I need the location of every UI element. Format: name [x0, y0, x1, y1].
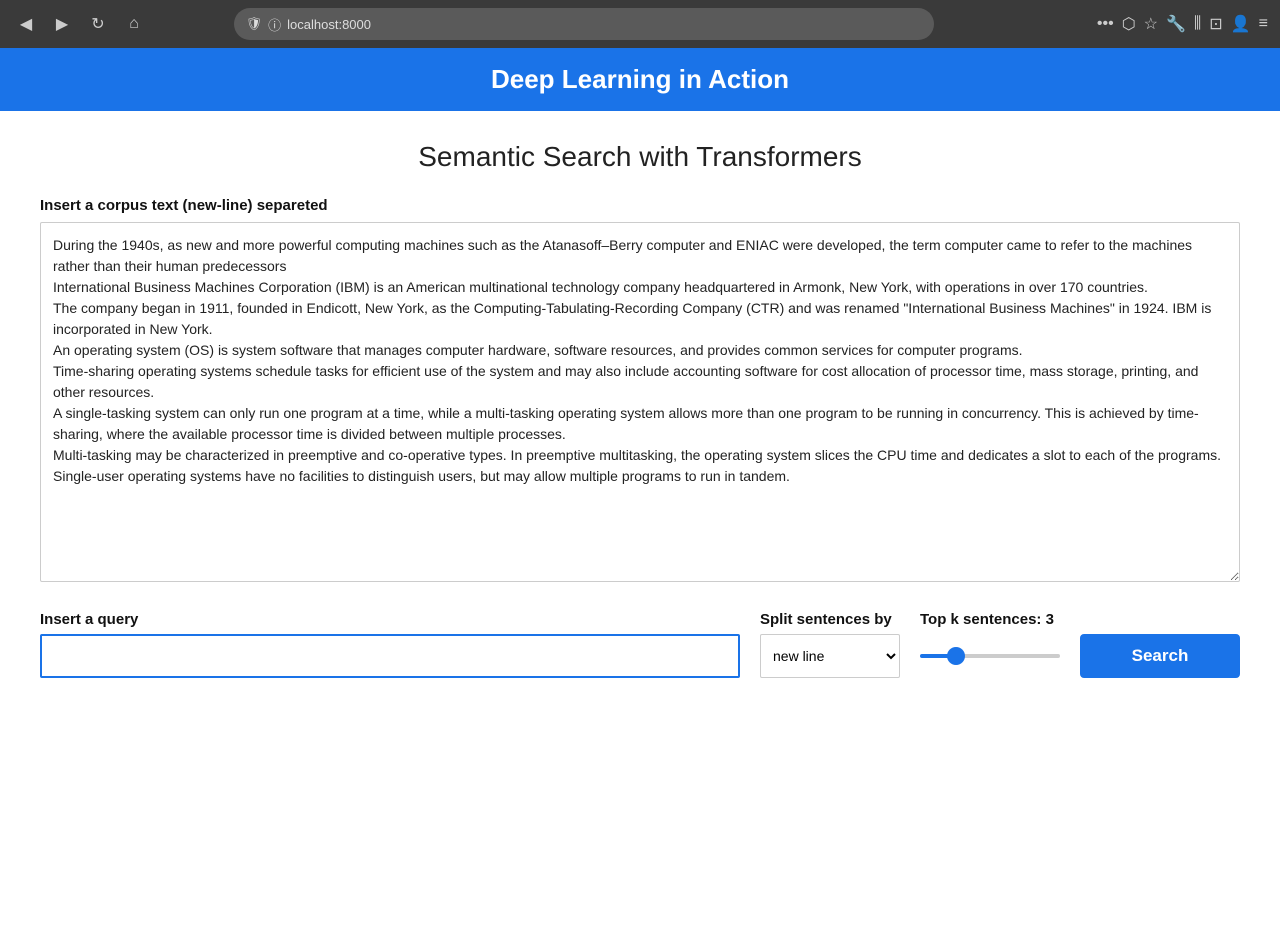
split-select[interactable]: new line period comma — [760, 634, 900, 678]
topk-slider[interactable] — [920, 654, 1060, 658]
browser-right-icons: ••• ⬡ ☆ 🔧 ⫼ ⊡ 👤 ≡ — [1097, 14, 1268, 34]
topk-group: Top k sentences: 3 — [920, 611, 1060, 678]
split-group: Split sentences by new line period comma — [760, 611, 900, 678]
library-icon[interactable]: ⫼ — [1194, 15, 1201, 33]
corpus-textarea[interactable] — [40, 222, 1240, 582]
topk-label: Top k sentences: 3 — [920, 611, 1060, 628]
more-icon[interactable]: ••• — [1097, 15, 1114, 33]
shield-icon: 🛡 — [246, 16, 263, 32]
corpus-label: Insert a corpus text (new-line) separete… — [40, 197, 1240, 214]
query-label: Insert a query — [40, 611, 740, 628]
pocket-icon[interactable]: ⬡ — [1122, 14, 1136, 34]
home-button[interactable]: ⌂ — [120, 10, 148, 38]
star-icon[interactable]: ☆ — [1144, 14, 1158, 34]
wrench-icon[interactable]: 🔧 — [1166, 14, 1186, 34]
search-button[interactable]: Search — [1080, 634, 1240, 678]
back-button[interactable]: ◀ — [12, 10, 40, 38]
query-group: Insert a query — [40, 611, 740, 678]
app-header: Deep Learning in Action — [0, 48, 1280, 111]
account-icon[interactable]: 👤 — [1231, 14, 1251, 34]
page-title: Semantic Search with Transformers — [40, 141, 1240, 173]
topk-slider-container — [920, 634, 1060, 678]
address-bar[interactable]: 🛡 ⓘ localhost:8000 — [234, 8, 934, 40]
sync-icon[interactable]: ⊡ — [1209, 14, 1222, 34]
browser-chrome: ◀ ▶ ↻ ⌂ 🛡 ⓘ localhost:8000 ••• ⬡ ☆ 🔧 ⫼ ⊡… — [0, 0, 1280, 48]
split-label: Split sentences by — [760, 611, 900, 628]
menu-icon[interactable]: ≡ — [1259, 15, 1268, 33]
main-content: Semantic Search with Transformers Insert… — [0, 111, 1280, 948]
query-input[interactable] — [40, 634, 740, 678]
url-text: localhost:8000 — [287, 17, 371, 32]
lock-icon: ⓘ — [268, 15, 281, 34]
app-title: Deep Learning in Action — [16, 64, 1264, 95]
query-section: Insert a query Split sentences by new li… — [40, 611, 1240, 678]
reload-button[interactable]: ↻ — [84, 10, 112, 38]
forward-button[interactable]: ▶ — [48, 10, 76, 38]
